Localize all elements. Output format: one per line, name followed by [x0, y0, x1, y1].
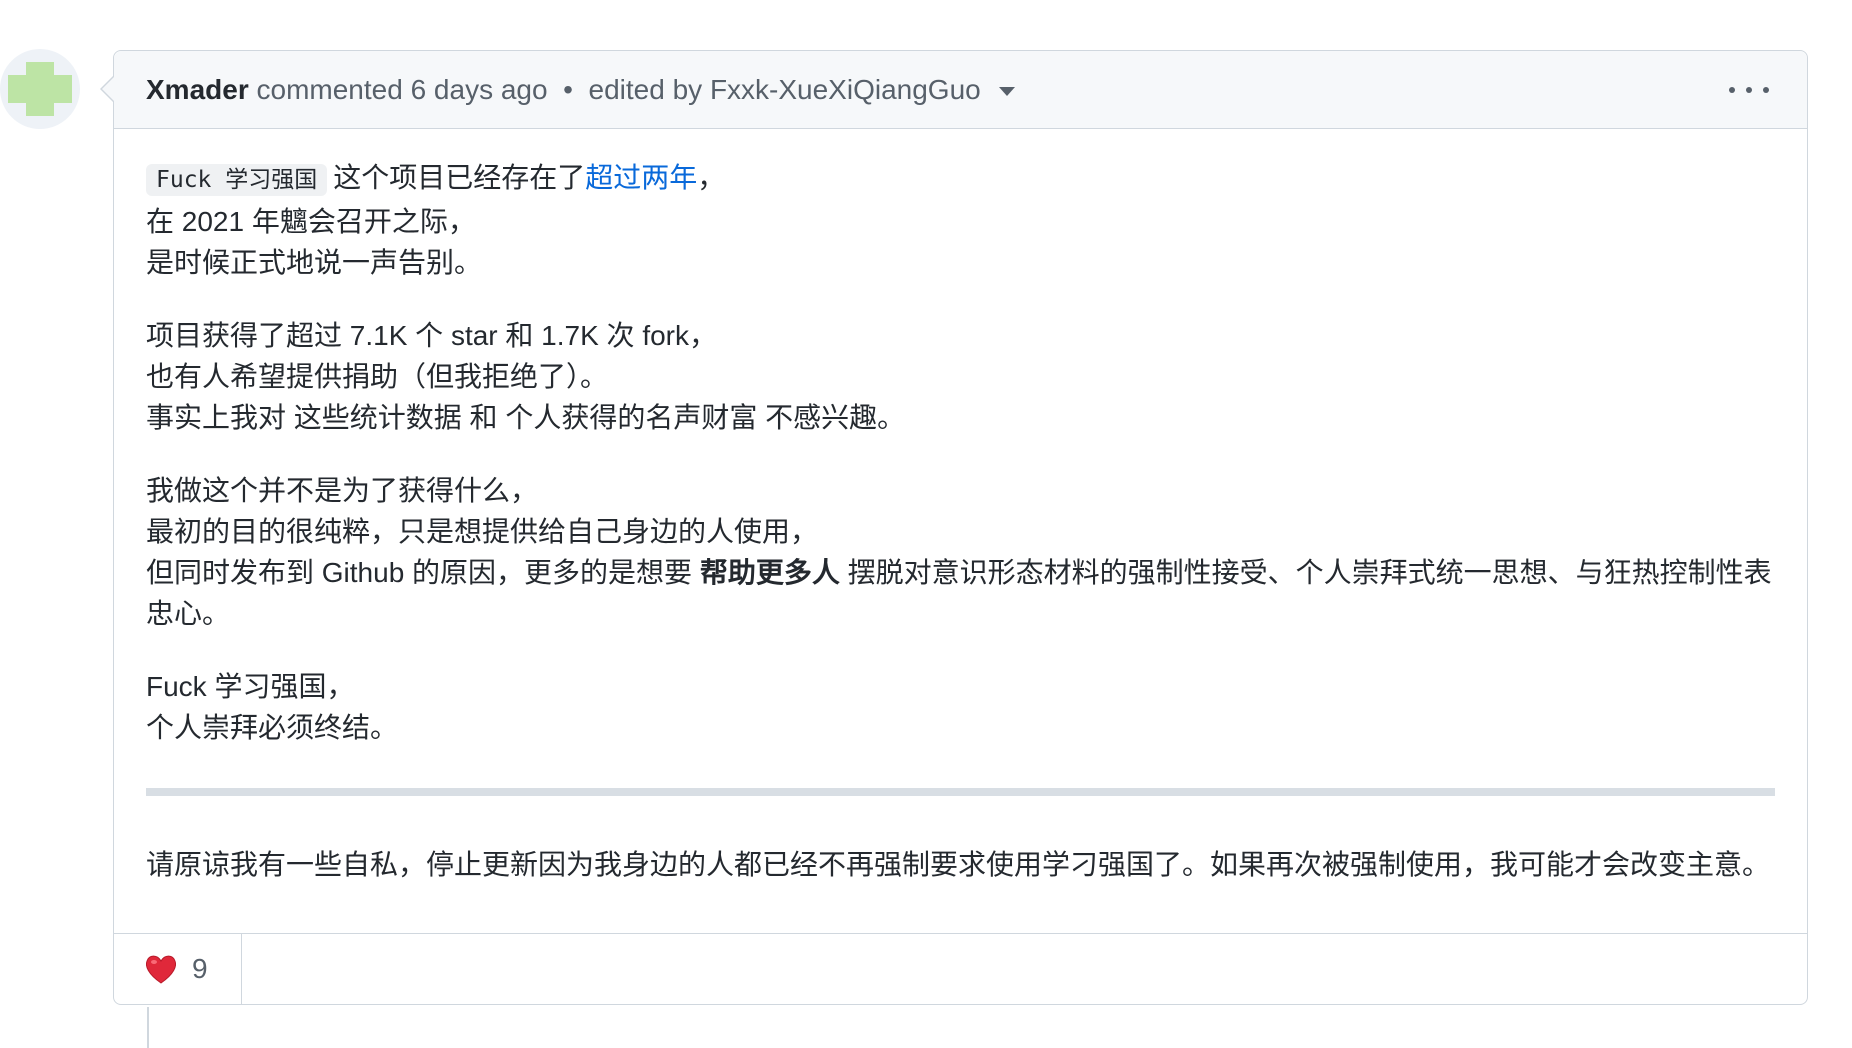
paragraph-5: 请原谅我有一些自私，停止更新因为我身边的人都已经不再强制要求使用学刁强国了。如果… [146, 849, 1771, 880]
p4-line2: 个人崇拜必须终结。 [146, 712, 399, 743]
reaction-count: 9 [192, 953, 208, 984]
more-options-icon[interactable] [1729, 77, 1769, 103]
p3-line3-before: 但同时发布到 Github 的原因，更多的是想要 [146, 557, 700, 588]
comment-timestamp[interactable]: 6 days ago [411, 74, 548, 106]
p4-line1: Fuck 学习强国， [146, 671, 355, 702]
paragraph-1: Fuck 学习强国 这个项目已经存在了超过两年， 在 2021 年魑会召开之际， … [146, 157, 1775, 283]
p2-line2: 也有人希望提供捐助（但我拒绝了）。 [146, 361, 609, 392]
comment-action: commented [256, 73, 403, 105]
editor-name: Fxxk-XueXiQiangGuo [709, 73, 981, 105]
p1-comma: ， [697, 162, 726, 193]
edited-label: edited by [588, 73, 703, 105]
reactions-bar: 9 [114, 933, 1807, 1004]
comment-body: Fuck 学习强国 这个项目已经存在了超过两年， 在 2021 年魑会召开之际， … [114, 129, 1807, 885]
paragraph-3: 我做这个并不是为了获得什么， 最初的目的很纯粹，只是想提供给自己身边的人使用， … [146, 470, 1775, 634]
separator-dot: • [563, 73, 573, 105]
p3-line1: 我做这个并不是为了获得什么， [146, 475, 539, 506]
paragraph-4: Fuck 学习强国， 个人崇拜必须终结。 [146, 666, 1775, 748]
link-two-years[interactable]: 超过两年 [585, 162, 697, 193]
reaction-heart-button[interactable]: 9 [114, 934, 242, 1004]
caret-down-icon [998, 87, 1015, 96]
paragraph-2: 项目获得了超过 7.1K 个 star 和 1.7K 次 fork， 也有人希望… [146, 315, 1775, 438]
avatar[interactable] [0, 49, 80, 129]
timeline-connector [147, 1007, 149, 1048]
heart-icon [145, 955, 177, 984]
p3-line2: 最初的目的很纯粹，只是想提供给自己身边的人使用， [146, 516, 819, 547]
p1-text: 这个项目已经存在了 [333, 162, 586, 193]
p2-line3: 事实上我对 这些统计数据 和 个人获得的名声财富 不感兴趣。 [146, 402, 906, 433]
author-link[interactable]: Xmader [146, 74, 249, 106]
p3-strong: 帮助更多人 [699, 557, 840, 588]
comment-card: Xmader commented 6 days ago • edited by … [100, 50, 1808, 1005]
p1-line3: 是时候正式地说一声告别。 [146, 247, 483, 278]
p1-line2: 在 2021 年魑会召开之际， [146, 206, 476, 237]
edited-dropdown[interactable]: edited by Fxxk-XueXiQiangGuo [589, 74, 1015, 106]
inline-code: Fuck 学习强国 [146, 164, 328, 196]
p2-line1: 项目获得了超过 7.1K 个 star 和 1.7K 次 fork， [146, 320, 718, 351]
horizontal-rule [146, 788, 1775, 796]
comment-header: Xmader commented 6 days ago • edited by … [114, 51, 1807, 129]
